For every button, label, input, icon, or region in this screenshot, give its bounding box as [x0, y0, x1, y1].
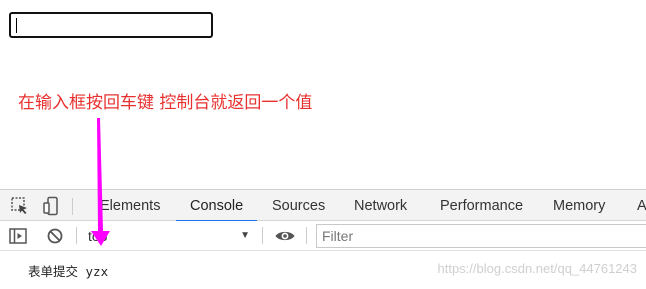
context-selector[interactable]: top ▼ — [84, 223, 256, 248]
devtools-panel: Elements Console Sources Network Perform… — [0, 189, 646, 289]
clear-console-icon[interactable] — [45, 226, 65, 246]
sidebar-toggle-icon[interactable] — [8, 226, 28, 246]
filter-input[interactable] — [316, 224, 646, 248]
inspect-element-icon[interactable] — [10, 196, 30, 216]
tab-sources[interactable]: Sources — [272, 190, 325, 221]
tab-more[interactable]: A — [637, 190, 646, 221]
annotation-text: 在输入框按回车键 控制台就返回一个值 — [18, 93, 313, 113]
tab-memory[interactable]: Memory — [553, 190, 605, 221]
console-log-message: 表单提交 yzx — [28, 264, 109, 279]
context-value: top — [88, 228, 108, 244]
devtools-tabbar: Elements Console Sources Network Perform… — [0, 189, 646, 222]
dropdown-arrow-icon: ▼ — [240, 230, 250, 241]
live-expression-eye-icon[interactable] — [274, 226, 295, 246]
tab-network[interactable]: Network — [354, 190, 407, 221]
tab-console[interactable]: Console — [175, 190, 258, 222]
toolbar-divider — [72, 198, 73, 215]
toolbar-divider — [262, 227, 263, 244]
watermark: https://blog.csdn.net/qq_44761243 — [437, 261, 638, 276]
tab-performance[interactable]: Performance — [440, 190, 523, 221]
tab-elements[interactable]: Elements — [100, 190, 160, 221]
toolbar-divider — [76, 227, 77, 244]
device-toolbar-icon[interactable] — [42, 196, 62, 216]
text-cursor — [16, 18, 17, 33]
console-toolbar: top ▼ — [0, 221, 646, 251]
toolbar-divider — [306, 227, 307, 244]
text-input[interactable] — [9, 12, 213, 38]
